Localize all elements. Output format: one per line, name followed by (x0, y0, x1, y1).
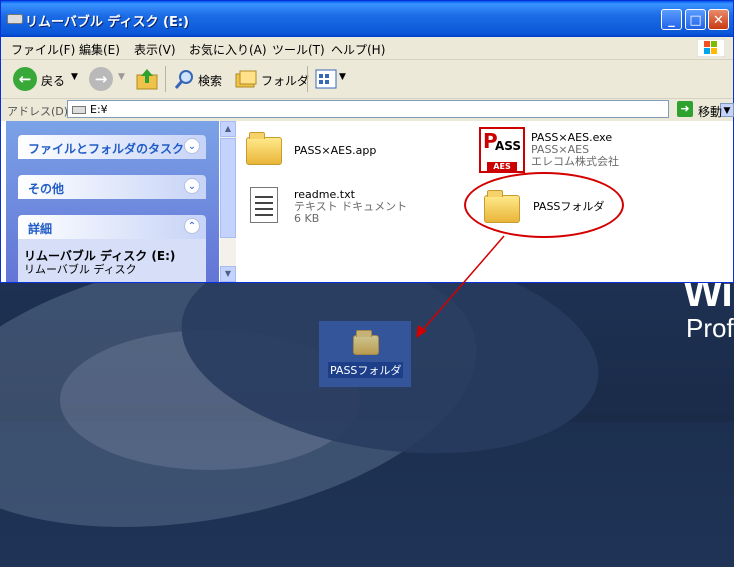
drag-arrow-annotation (416, 235, 505, 338)
